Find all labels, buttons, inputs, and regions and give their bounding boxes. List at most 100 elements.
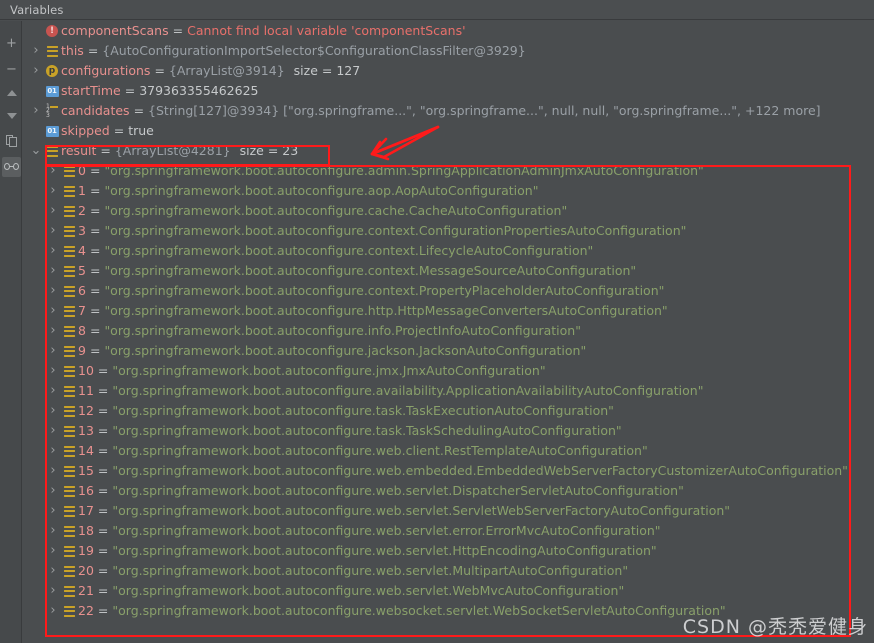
variable-name: candidates: [61, 101, 130, 121]
result-child-row[interactable]: ›19="org.springframework.boot.autoconfig…: [23, 541, 874, 561]
assign-operator: =: [169, 21, 187, 41]
result-child-value: "org.springframework.boot.autoconfigure.…: [112, 541, 656, 561]
chevron-right-icon-item-6[interactable]: ›: [46, 281, 60, 301]
list-icon: [64, 186, 75, 197]
variables-tree[interactable]: !componentScans=Cannot find local variab…: [23, 21, 874, 643]
assign-operator: =: [94, 381, 112, 401]
result-child-row[interactable]: ›5="org.springframework.boot.autoconfigu…: [23, 261, 874, 281]
result-child-index: 7: [78, 301, 86, 321]
result-child-value: "org.springframework.boot.autoconfigure.…: [104, 341, 586, 361]
result-child-row[interactable]: ›15="org.springframework.boot.autoconfig…: [23, 461, 874, 481]
chevron-right-icon-this[interactable]: ›: [29, 41, 43, 61]
result-child-row[interactable]: ›12="org.springframework.boot.autoconfig…: [23, 401, 874, 421]
chevron-right-icon-item-21[interactable]: ›: [46, 581, 60, 601]
variable-row[interactable]: ›this={AutoConfigurationImportSelector$C…: [23, 41, 874, 61]
list-icon-wrap: [60, 426, 78, 437]
chevron-right-icon-item-18[interactable]: ›: [46, 521, 60, 541]
remove-watch-button[interactable]: −: [2, 59, 21, 79]
assign-operator: =: [86, 301, 104, 321]
list-icon-wrap: [60, 486, 78, 497]
result-child-row[interactable]: ›0="org.springframework.boot.autoconfigu…: [23, 161, 874, 181]
chevron-right-icon-item-3[interactable]: ›: [46, 221, 60, 241]
result-child-row[interactable]: ›17="org.springframework.boot.autoconfig…: [23, 501, 874, 521]
variable-row[interactable]: ⌄result={ArrayList@4281}size = 23: [23, 141, 874, 161]
result-child-row[interactable]: ›8="org.springframework.boot.autoconfigu…: [23, 321, 874, 341]
variable-value: {AutoConfigurationImportSelector$Configu…: [102, 41, 525, 61]
result-child-row[interactable]: ›20="org.springframework.boot.autoconfig…: [23, 561, 874, 581]
chevron-right-icon-item-14[interactable]: ›: [46, 441, 60, 461]
list-icon-wrap: [60, 566, 78, 577]
variable-name: configurations: [61, 61, 150, 81]
move-watch-up-button[interactable]: [2, 83, 21, 103]
watches-toggle-button[interactable]: [2, 157, 21, 177]
assign-operator: =: [94, 441, 112, 461]
add-watch-button[interactable]: +: [2, 33, 21, 53]
chevron-right-icon-item-12[interactable]: ›: [46, 401, 60, 421]
result-child-row[interactable]: ›1="org.springframework.boot.autoconfigu…: [23, 181, 874, 201]
result-child-value: "org.springframework.boot.autoconfigure.…: [112, 521, 660, 541]
primitive-icon: 01: [46, 86, 59, 97]
chevron-right-icon-candidates[interactable]: ›: [29, 101, 43, 121]
chevron-right-icon-item-4[interactable]: ›: [46, 241, 60, 261]
chevron-right-icon-item-5[interactable]: ›: [46, 261, 60, 281]
chevron-right-icon-item-22[interactable]: ›: [46, 601, 60, 621]
chevron-right-icon-item-19[interactable]: ›: [46, 541, 60, 561]
result-child-row[interactable]: ›10="org.springframework.boot.autoconfig…: [23, 361, 874, 381]
list-icon: [64, 546, 75, 557]
chevron-right-icon-item-0[interactable]: ›: [46, 161, 60, 181]
error-icon-wrap: !: [43, 25, 61, 37]
result-child-row[interactable]: ›9="org.springframework.boot.autoconfigu…: [23, 341, 874, 361]
list-icon-wrap: [60, 366, 78, 377]
chevron-right-icon-item-1[interactable]: ›: [46, 181, 60, 201]
list-icon-wrap: [60, 206, 78, 217]
chevron-right-icon-item-13[interactable]: ›: [46, 421, 60, 441]
list-icon: [64, 566, 75, 577]
assign-operator: =: [94, 361, 112, 381]
variable-size: size = 23: [231, 141, 299, 161]
chevron-right-icon-item-20[interactable]: ›: [46, 561, 60, 581]
chevron-right-icon-item-11[interactable]: ›: [46, 381, 60, 401]
chevron-right-icon-item-2[interactable]: ›: [46, 201, 60, 221]
chevron-right-icon-item-10[interactable]: ›: [46, 361, 60, 381]
result-child-row[interactable]: ›13="org.springframework.boot.autoconfig…: [23, 421, 874, 441]
chevron-right-icon-configurations[interactable]: ›: [29, 61, 43, 81]
variable-row[interactable]: !componentScans=Cannot find local variab…: [23, 21, 874, 41]
result-child-row[interactable]: ›2="org.springframework.boot.autoconfigu…: [23, 201, 874, 221]
result-child-row[interactable]: ›11="org.springframework.boot.autoconfig…: [23, 381, 874, 401]
move-watch-down-button[interactable]: [2, 106, 21, 126]
watches-toolbar: + −: [0, 21, 22, 643]
result-child-row[interactable]: ›21="org.springframework.boot.autoconfig…: [23, 581, 874, 601]
list-icon: [64, 406, 75, 417]
chevron-right-icon-item-15[interactable]: ›: [46, 461, 60, 481]
result-child-row[interactable]: ›4="org.springframework.boot.autoconfigu…: [23, 241, 874, 261]
tab-variables[interactable]: Variables: [10, 3, 63, 17]
result-child-row[interactable]: ›6="org.springframework.boot.autoconfigu…: [23, 281, 874, 301]
result-child-index: 12: [78, 401, 94, 421]
copy-value-button[interactable]: [2, 131, 21, 151]
list-icon-wrap: [60, 166, 78, 177]
chevron-right-icon-item-8[interactable]: ›: [46, 321, 60, 341]
result-child-row[interactable]: ›18="org.springframework.boot.autoconfig…: [23, 521, 874, 541]
chevron-right-icon-item-9[interactable]: ›: [46, 341, 60, 361]
chevron-right-icon-item-17[interactable]: ›: [46, 501, 60, 521]
result-child-row[interactable]: ›14="org.springframework.boot.autoconfig…: [23, 441, 874, 461]
list-icon-wrap: [60, 346, 78, 357]
variable-row[interactable]: ›pconfigurations={ArrayList@3914}size = …: [23, 61, 874, 81]
chevron-right-icon-item-7[interactable]: ›: [46, 301, 60, 321]
result-child-index: 13: [78, 421, 94, 441]
list-icon: [64, 366, 75, 377]
variable-row[interactable]: 01startTime=379363355462625: [23, 81, 874, 101]
assign-operator: =: [94, 601, 112, 621]
result-child-value: "org.springframework.boot.autoconfigure.…: [112, 581, 624, 601]
list-icon-wrap: [60, 506, 78, 517]
chevron-right-icon-item-16[interactable]: ›: [46, 481, 60, 501]
array-icon: 123: [46, 106, 58, 117]
result-child-row[interactable]: ›3="org.springframework.boot.autoconfigu…: [23, 221, 874, 241]
variable-row[interactable]: ›123candidates={String[127]@3934} ["org.…: [23, 101, 874, 121]
result-child-row[interactable]: ›16="org.springframework.boot.autoconfig…: [23, 481, 874, 501]
chevron-down-icon-result[interactable]: ⌄: [29, 145, 43, 157]
variable-value: {ArrayList@3914}: [169, 61, 285, 81]
result-child-row[interactable]: ›7="org.springframework.boot.autoconfigu…: [23, 301, 874, 321]
assign-operator: =: [86, 261, 104, 281]
variable-row[interactable]: 01skipped=true: [23, 121, 874, 141]
